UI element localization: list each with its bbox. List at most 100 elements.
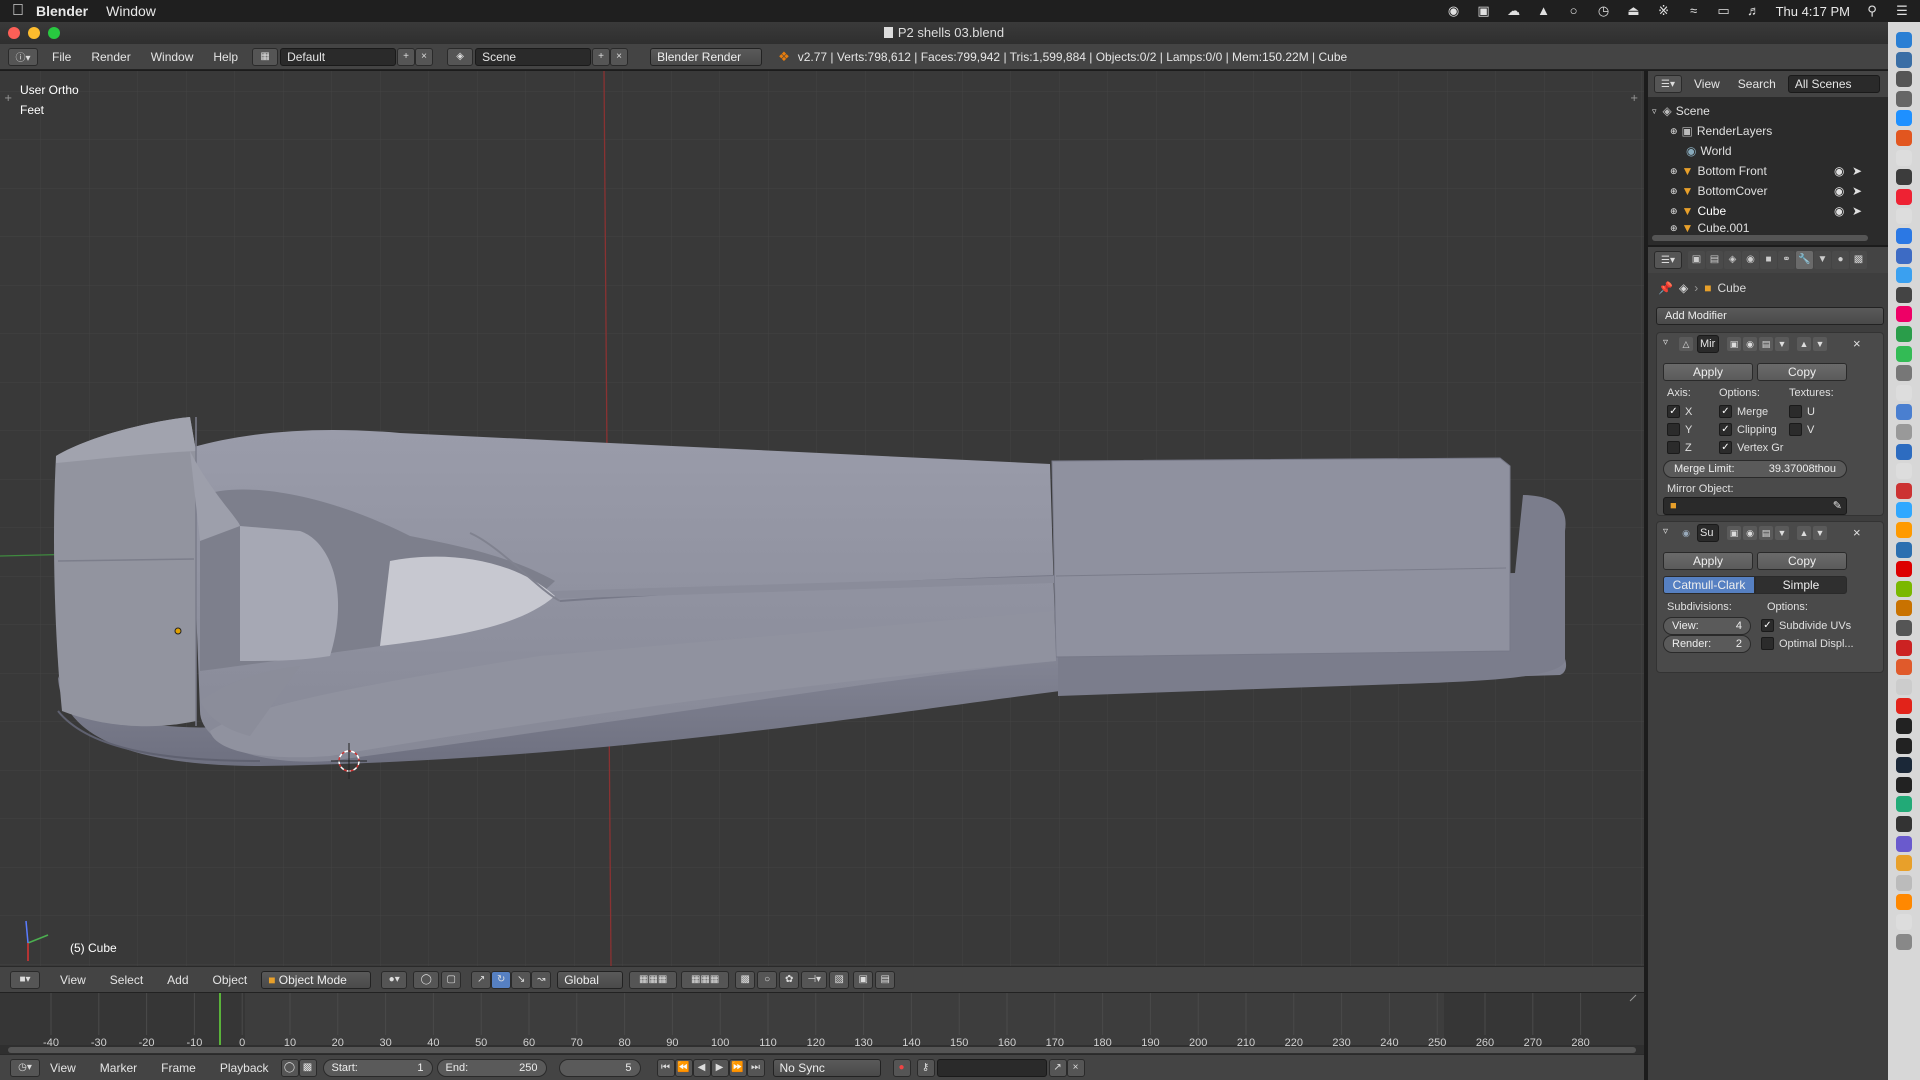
- dock-app-icon[interactable]: [1896, 933, 1912, 950]
- outliner-scrollbar[interactable]: [1652, 235, 1868, 241]
- end-frame-field[interactable]: End: 250: [436, 1058, 547, 1077]
- menu-file[interactable]: File: [52, 50, 71, 64]
- dock-app-icon[interactable]: [1896, 835, 1912, 852]
- outliner-item-bottomcover[interactable]: ⊕ ▼ BottomCover ◉ ➤: [1648, 181, 1888, 201]
- object-tab-icon[interactable]: ■: [1760, 251, 1777, 269]
- interaction-mode-dropdown[interactable]: ■ Object Mode: [261, 970, 372, 989]
- dock-app-icon[interactable]: [1896, 247, 1912, 264]
- dock-app-icon[interactable]: [1896, 130, 1912, 146]
- menu-help[interactable]: Help: [213, 50, 238, 64]
- add-modifier-dropdown[interactable]: Add Modifier: [1656, 307, 1884, 325]
- camera-icon[interactable]: ▣: [1476, 4, 1492, 18]
- menu-frame[interactable]: Frame: [161, 1061, 196, 1075]
- manipulator-toggle-icon[interactable]: ▢: [441, 970, 462, 989]
- axis-y-checkbox[interactable]: [1667, 423, 1680, 436]
- dock-app-icon[interactable]: [1896, 424, 1912, 440]
- insert-keyframe-icon[interactable]: ↗: [1048, 1058, 1067, 1077]
- show-on-cage-icon[interactable]: ▼: [1775, 337, 1789, 351]
- render-layers-tab-icon[interactable]: ▤: [1706, 251, 1723, 269]
- vertex-groups-checkbox[interactable]: ✓: [1719, 441, 1732, 454]
- dock-app-icon[interactable]: [1896, 32, 1912, 48]
- dock-app-icon[interactable]: [1896, 228, 1912, 244]
- visibility-eye-icon[interactable]: ◉: [1834, 184, 1844, 198]
- menu-marker[interactable]: Marker: [100, 1061, 137, 1075]
- outliner-item-scene[interactable]: ▿ ◈ Scene: [1648, 101, 1888, 121]
- merge-checkbox[interactable]: ✓: [1719, 405, 1732, 418]
- show-viewport-icon[interactable]: ◉: [1743, 526, 1757, 540]
- add-scene-icon[interactable]: +: [592, 47, 611, 66]
- rotate-manipulator-icon[interactable]: ↻: [491, 970, 512, 989]
- subsurf-modifier-name[interactable]: Su: [1697, 524, 1719, 542]
- time-machine-icon[interactable]: ◷: [1596, 4, 1612, 18]
- remove-layout-icon[interactable]: ×: [415, 47, 434, 66]
- dock-app-icon[interactable]: [1896, 169, 1912, 186]
- dock-app-icon[interactable]: [1896, 855, 1912, 872]
- timeline-area[interactable]: -40 -30 -20 -10 0 10 20 30 40 50 60 70 80 90 100 110 120…: [0, 992, 1644, 1054]
- record-keyframe-icon[interactable]: ●: [892, 1058, 911, 1077]
- viewport-shading-icon[interactable]: ●▾: [381, 970, 408, 989]
- texture-u-checkbox[interactable]: [1789, 405, 1802, 418]
- subsurf-copy-button[interactable]: Copy: [1757, 552, 1847, 570]
- move-up-icon[interactable]: ▲: [1797, 337, 1811, 351]
- circle-icon[interactable]: ○: [1566, 4, 1582, 18]
- opengl-animation-icon[interactable]: ▤: [875, 970, 896, 989]
- dock-app-icon[interactable]: [1896, 326, 1912, 342]
- dock-app-icon[interactable]: [1896, 208, 1912, 225]
- dock-app-icon[interactable]: [1896, 541, 1912, 558]
- dock-app-icon[interactable]: [1896, 286, 1912, 303]
- dock-app-icon[interactable]: [1896, 894, 1912, 911]
- bluetooth-icon[interactable]: ※: [1656, 4, 1672, 18]
- outliner-item-world[interactable]: ◉ World: [1648, 141, 1888, 161]
- 3d-viewport[interactable]: + + User Ortho Feet (5) Cube: [0, 71, 1644, 966]
- material-tab-icon[interactable]: ●: [1832, 251, 1849, 269]
- move-down-icon[interactable]: ▼: [1813, 526, 1827, 540]
- subdivide-uvs-checkbox[interactable]: ✓: [1761, 619, 1774, 632]
- cloud-icon[interactable]: ☁: [1506, 4, 1522, 18]
- spotlight-search-icon[interactable]: ⚲: [1864, 4, 1880, 18]
- translate-manipulator-icon[interactable]: ↗: [471, 970, 492, 989]
- volume-icon[interactable]: ♬: [1746, 4, 1762, 18]
- apple-icon[interactable]: : [0, 2, 36, 20]
- drive-icon[interactable]: ▲: [1536, 4, 1552, 18]
- app-menu[interactable]: Blender: [36, 3, 88, 19]
- dock-app-icon[interactable]: [1896, 678, 1912, 695]
- remove-scene-icon[interactable]: ×: [610, 47, 629, 66]
- visibility-eye-icon[interactable]: ◉: [1834, 204, 1844, 218]
- collapse-triangle-icon[interactable]: ▿: [1652, 106, 1657, 117]
- snap-element-icon[interactable]: ⊣▾: [801, 970, 828, 989]
- dock-app-icon[interactable]: [1896, 776, 1912, 793]
- collapse-panel-icon[interactable]: ▿: [1663, 526, 1668, 537]
- viewport-canvas[interactable]: + +: [0, 71, 1644, 966]
- dock-app-icon[interactable]: [1896, 698, 1912, 715]
- lock-range-icon[interactable]: ▩: [298, 1058, 317, 1077]
- show-render-icon[interactable]: ▤: [1759, 526, 1773, 540]
- close-window-button[interactable]: [8, 27, 20, 39]
- dock-app-icon[interactable]: [1896, 600, 1912, 617]
- dock-app-icon[interactable]: [1896, 90, 1912, 107]
- dock-app-icon[interactable]: [1896, 463, 1912, 480]
- dock-app-icon[interactable]: [1896, 502, 1912, 519]
- dock-app-icon[interactable]: [1896, 737, 1912, 754]
- screen-layout-icon[interactable]: ▦: [252, 47, 279, 66]
- dock-app-icon[interactable]: [1896, 384, 1912, 401]
- dock-app-icon[interactable]: [1896, 561, 1912, 578]
- remove-modifier-icon[interactable]: ×: [1853, 525, 1861, 540]
- dock-app-icon[interactable]: [1896, 71, 1912, 88]
- selectability-arrow-icon[interactable]: ➤: [1852, 184, 1862, 198]
- editor-type-properties-icon[interactable]: ☰▾: [1654, 251, 1682, 269]
- menu-render[interactable]: Render: [91, 50, 130, 64]
- mirror-apply-button[interactable]: Apply: [1663, 363, 1753, 381]
- data-tab-icon[interactable]: ▼: [1814, 251, 1831, 269]
- menu-playback[interactable]: Playback: [220, 1061, 269, 1075]
- dock-app-icon[interactable]: [1896, 718, 1912, 734]
- show-in-editmode-icon[interactable]: ▣: [1727, 337, 1741, 351]
- clipping-checkbox[interactable]: ✓: [1719, 423, 1732, 436]
- show-viewport-icon[interactable]: ◉: [1743, 337, 1757, 351]
- view-levels-field[interactable]: View: 4: [1663, 617, 1751, 635]
- render-tab-icon[interactable]: ▣: [1688, 251, 1705, 269]
- outliner-display-mode[interactable]: All Scenes: [1787, 75, 1880, 93]
- eject-icon[interactable]: ⏏: [1626, 4, 1642, 18]
- mirror-modifier-name[interactable]: Mir: [1697, 335, 1719, 353]
- outliner-item-renderlayers[interactable]: ⊕ ▣ RenderLayers: [1648, 121, 1888, 141]
- axis-z-checkbox[interactable]: [1667, 441, 1680, 454]
